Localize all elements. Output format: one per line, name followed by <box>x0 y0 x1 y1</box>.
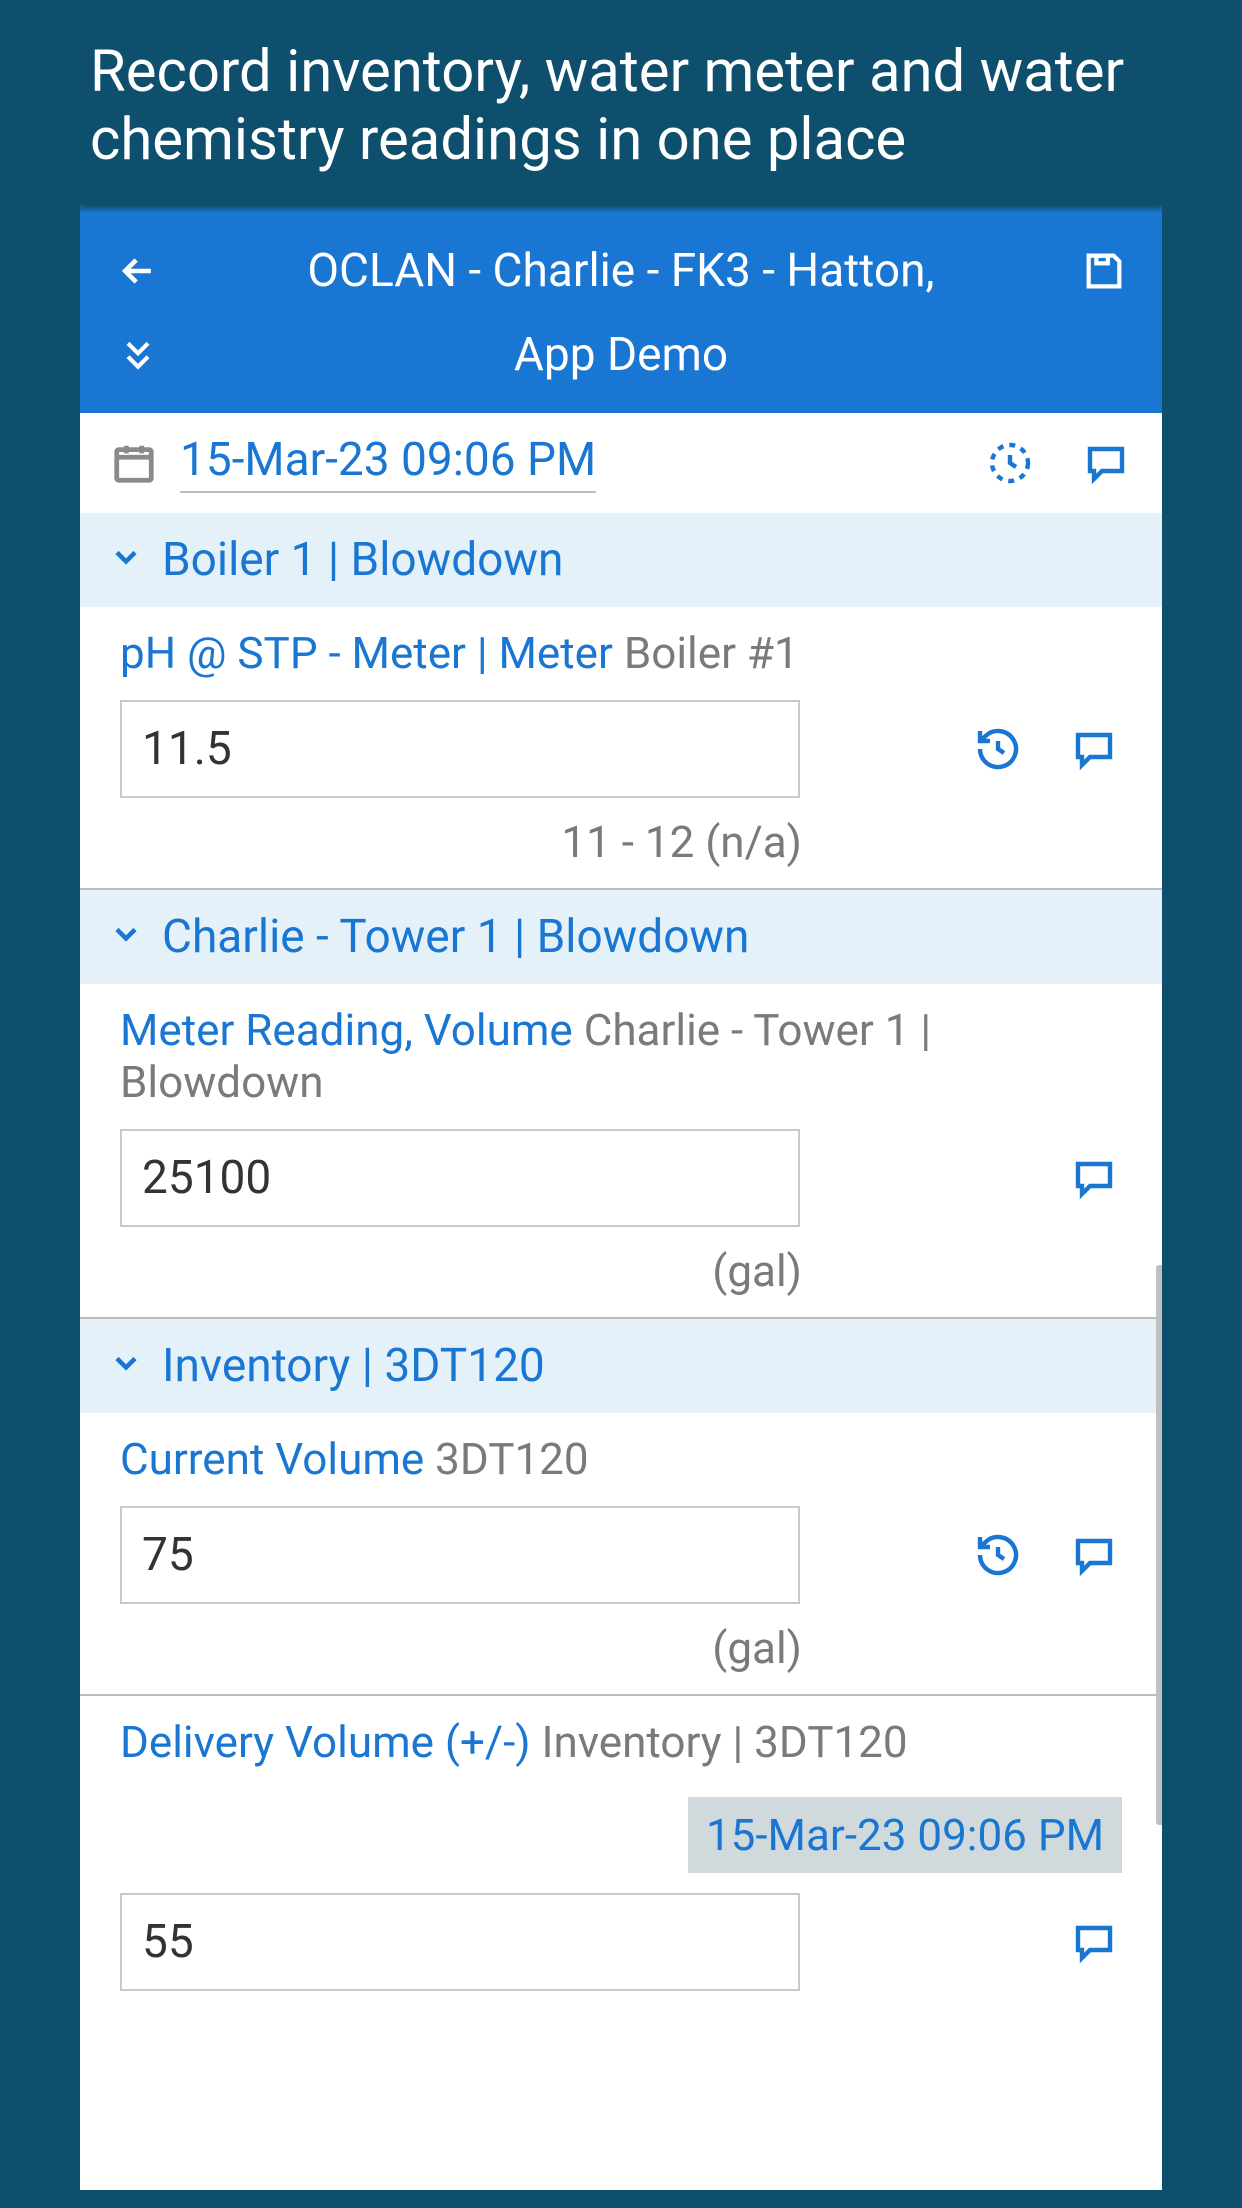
field-unit: (gal) <box>120 1245 1122 1297</box>
field-ph-stp: pH @ STP - Meter | Meter Boiler #1 11.5 … <box>80 607 1162 890</box>
comment-icon <box>1070 1154 1118 1202</box>
section-title: Charlie - Tower 1 | Blowdown <box>162 910 749 964</box>
field-label: Current Volume <box>120 1433 424 1485</box>
field-label: Meter Reading, Volume <box>120 1004 573 1056</box>
calendar-icon[interactable] <box>108 437 160 489</box>
field-sublabel: Boiler #1 <box>624 627 799 679</box>
meter-reading-input[interactable]: 25100 <box>120 1129 800 1227</box>
subheader-title: App Demo <box>168 328 1134 382</box>
delivery-volume-input[interactable]: 55 <box>120 1893 800 1991</box>
schedule-button[interactable] <box>982 435 1038 491</box>
field-unit: (gal) <box>120 1622 1122 1674</box>
comment-icon <box>1070 725 1118 773</box>
date-value[interactable]: 15-Mar-23 09:06 PM <box>180 433 596 493</box>
field-sublabel: 3DT120 <box>435 1433 588 1485</box>
chevron-down-icon <box>108 910 144 964</box>
history-button[interactable] <box>970 721 1026 777</box>
comment-button[interactable] <box>1066 1527 1122 1583</box>
promo-caption: Record inventory, water meter and water … <box>0 0 1242 205</box>
chevron-down-icon <box>108 533 144 587</box>
save-icon <box>1081 248 1127 294</box>
section-header-tower1[interactable]: Charlie - Tower 1 | Blowdown <box>80 890 1162 984</box>
section-header-inventory[interactable]: Inventory | 3DT120 <box>80 1319 1162 1413</box>
collapse-all-button[interactable] <box>108 325 168 385</box>
comment-icon <box>1082 439 1130 487</box>
field-meter-reading: Meter Reading, Volume Charlie - Tower 1 … <box>80 984 1162 1320</box>
double-chevron-down-icon <box>118 335 158 375</box>
comment-button[interactable] <box>1066 1914 1122 1970</box>
comment-button[interactable] <box>1078 435 1134 491</box>
history-icon <box>974 1531 1022 1579</box>
comment-icon <box>1070 1531 1118 1579</box>
save-button[interactable] <box>1074 241 1134 301</box>
app-subheader: App Demo <box>80 325 1162 413</box>
current-volume-input[interactable]: 75 <box>120 1506 800 1604</box>
comment-button[interactable] <box>1066 721 1122 777</box>
date-row: 15-Mar-23 09:06 PM <box>80 413 1162 513</box>
comment-button[interactable] <box>1066 1150 1122 1206</box>
app-frame: OCLAN - Charlie - FK3 - Hatton, App Demo… <box>80 205 1162 2190</box>
app-header: OCLAN - Charlie - FK3 - Hatton, <box>80 213 1162 325</box>
gradient-bar <box>80 205 1162 213</box>
scrollbar[interactable] <box>1156 1265 1162 1825</box>
field-label: pH @ STP - Meter | Meter <box>120 627 613 679</box>
section-header-boiler1[interactable]: Boiler 1 | Blowdown <box>80 513 1162 607</box>
section-title: Inventory | 3DT120 <box>162 1339 545 1393</box>
field-unit: 11 - 12 (n/a) <box>120 816 1122 868</box>
back-button[interactable] <box>108 241 168 301</box>
section-title: Boiler 1 | Blowdown <box>162 533 563 587</box>
arrow-left-icon <box>116 249 160 293</box>
field-sublabel: Inventory | 3DT120 <box>542 1716 908 1768</box>
history-button[interactable] <box>970 1527 1026 1583</box>
delivery-timestamp[interactable]: 15-Mar-23 09:06 PM <box>688 1797 1122 1873</box>
history-icon <box>974 725 1022 773</box>
field-delivery-volume: Delivery Volume (+/-) Inventory | 3DT120… <box>80 1696 1162 2011</box>
header-title: OCLAN - Charlie - FK3 - Hatton, <box>168 244 1074 298</box>
field-label: Delivery Volume (+/-) <box>120 1716 531 1768</box>
comment-icon <box>1070 1918 1118 1966</box>
ph-input[interactable]: 11.5 <box>120 700 800 798</box>
clock-dashed-icon <box>986 439 1034 487</box>
field-current-volume: Current Volume 3DT120 75 (gal) <box>80 1413 1162 1696</box>
chevron-down-icon <box>108 1339 144 1393</box>
